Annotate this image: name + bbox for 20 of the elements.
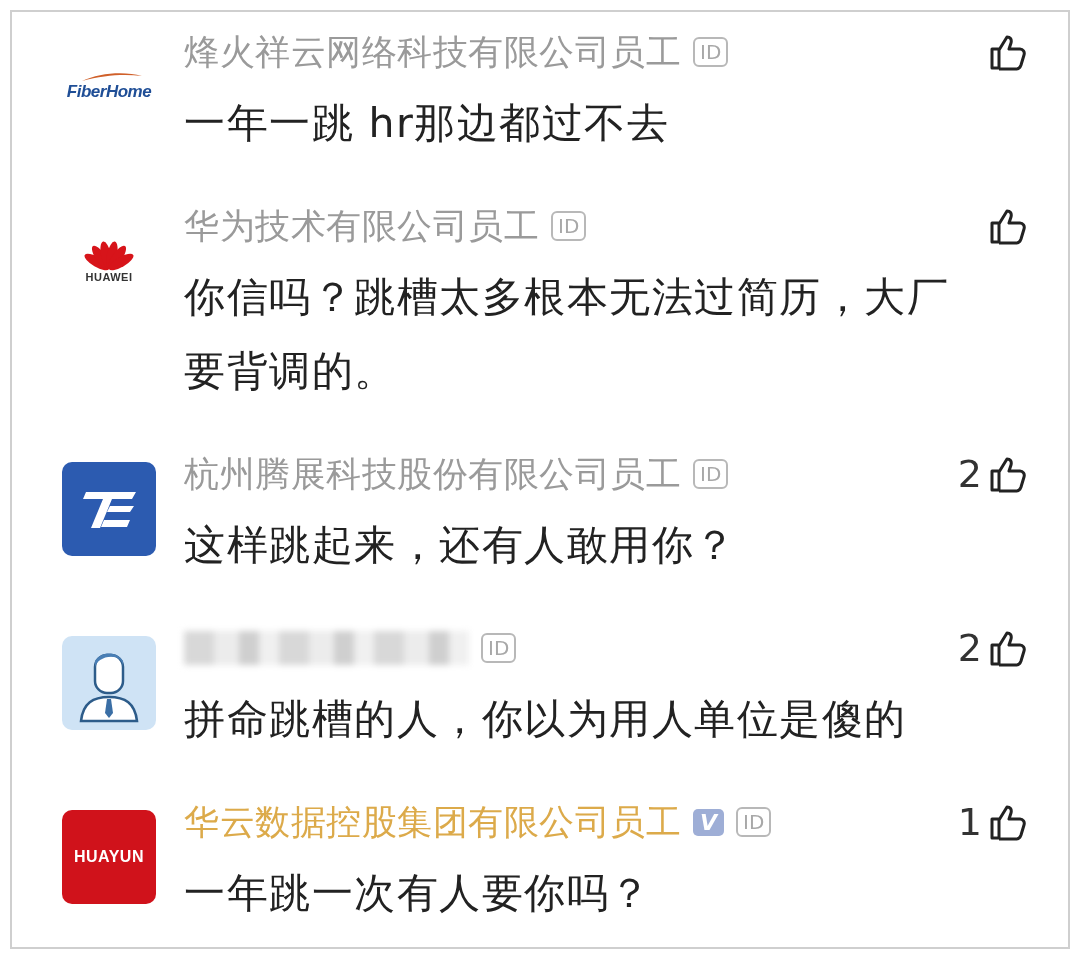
like-count: 2 (957, 626, 982, 670)
verified-badge: V (693, 808, 725, 836)
id-badge: ID (693, 459, 729, 489)
id-badge: ID (551, 211, 587, 241)
comment-text: 拼命跳槽的人，你以为用人单位是傻的 (184, 694, 908, 745)
author-name[interactable]: 烽火祥云网络科技有限公司员工 (184, 28, 681, 76)
comment-text: 一年一跳 hr那边都过不去 (184, 98, 671, 149)
author-name[interactable]: 华为技术有限公司员工 (184, 202, 539, 250)
like-count: 2 (957, 452, 982, 496)
author-name[interactable]: 杭州腾展科技股份有限公司员工 (184, 450, 681, 498)
id-badge: ID (693, 37, 729, 67)
comment-text: 这样跳起来，还有人敢用你？ (184, 520, 738, 571)
id-badge: ID (481, 633, 517, 663)
like-count: 1 (957, 800, 982, 844)
comment-text: 你信吗？跳槽太多根本无法过简历，大厂要背调的。 (184, 272, 950, 397)
author-name[interactable]: 华云数据控股集团有限公司员工 (184, 798, 681, 846)
comment-text: 一年跳一次有人要你吗？ (184, 868, 653, 919)
id-badge: ID (736, 807, 772, 837)
avatar-person-icon (62, 636, 156, 730)
company-logo: HUAYUN (62, 810, 156, 904)
